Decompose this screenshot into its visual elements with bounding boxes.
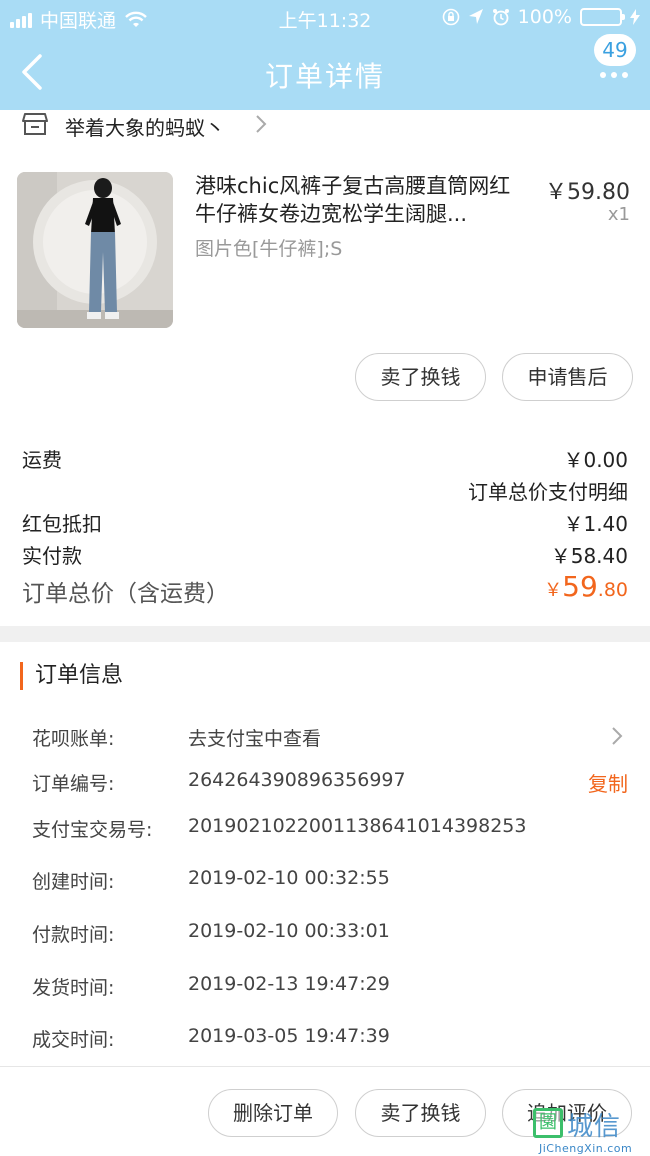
total-decimal: .80	[597, 579, 628, 601]
shipping-value: ￥0.00	[563, 448, 628, 472]
paid-label: 实付款	[22, 544, 82, 568]
chevron-right-icon	[256, 115, 267, 133]
watermark: 園 城信 JiChengXin.com	[533, 1104, 650, 1156]
product-quantity: x1	[607, 204, 630, 225]
total-currency: ￥	[544, 580, 563, 601]
paid-value: ￥58.40	[550, 544, 628, 568]
section-divider	[0, 626, 650, 642]
sell-item-bottom-button[interactable]: 卖了换钱	[355, 1089, 486, 1137]
huabei-link[interactable]: 去支付宝中查看	[188, 724, 321, 751]
bottom-bar-divider	[0, 1066, 650, 1067]
sell-item-button[interactable]: 卖了换钱	[355, 353, 486, 401]
charging-icon	[630, 9, 640, 25]
alipay-trade-value: 2019021022001138641014398253	[188, 815, 527, 837]
created-time-value: 2019-02-10 00:32:55	[188, 867, 390, 889]
product-photo	[17, 172, 173, 328]
shipped-time-label: 发货时间:	[32, 977, 115, 999]
completed-time-value: 2019-03-05 19:47:39	[188, 1025, 390, 1047]
more-dots-icon	[600, 72, 628, 78]
order-total-value: ￥59.80	[544, 570, 628, 603]
more-menu-button[interactable]: 49	[592, 34, 636, 90]
battery-percent: 100%	[517, 6, 572, 28]
message-count-badge: 49	[594, 34, 636, 66]
paid-time-value: 2019-02-10 00:33:01	[188, 920, 390, 942]
status-right: 100%	[442, 6, 640, 28]
product-sku: 图片色[牛仔裤];S	[195, 238, 343, 260]
alipay-trade-label: 支付宝交易号:	[32, 819, 153, 841]
watermark-url: JiChengXin.com	[539, 1142, 633, 1155]
huabei-label: 花呗账单:	[32, 728, 115, 750]
product-title[interactable]: 港味chic风裤子复古高腰直筒网红牛仔裤女卷边宽松学生阔腿...	[195, 172, 525, 228]
alarm-icon	[492, 9, 509, 26]
copy-button[interactable]: 复制	[588, 768, 628, 797]
created-time-label: 创建时间:	[32, 871, 115, 893]
shop-name: 举着大象的蚂蚁丶	[65, 116, 225, 140]
completed-time-label: 成交时间:	[32, 1029, 115, 1051]
chevron-right-icon[interactable]	[610, 726, 624, 746]
shipped-time-value: 2019-02-13 19:47:29	[188, 973, 390, 995]
redpacket-label: 红包抵扣	[22, 512, 102, 536]
shipping-label: 运费	[22, 448, 62, 472]
store-icon	[22, 113, 48, 135]
total-integer: 59	[562, 570, 598, 603]
redpacket-value: ￥1.40	[563, 512, 628, 536]
shop-row[interactable]: 举着大象的蚂蚁丶	[0, 110, 650, 140]
order-info-title: 订单信息	[20, 662, 123, 690]
order-total-label: 订单总价（含运费）	[22, 581, 229, 607]
payment-detail-link[interactable]: 订单总价支付明细	[468, 476, 628, 505]
paid-time-label: 付款时间:	[32, 924, 115, 946]
order-number-value: 264264390896356997	[188, 769, 406, 791]
watermark-logo: 園	[533, 1108, 563, 1138]
watermark-brand: 城信	[567, 1112, 622, 1142]
status-bar: 中国联通 上午11:32 100%	[0, 0, 650, 36]
product-price: ￥59.80	[545, 180, 630, 205]
orientation-lock-icon	[442, 8, 459, 26]
header: 中国联通 上午11:32 100% 订单详情 49	[0, 0, 650, 110]
delete-order-button[interactable]: 删除订单	[208, 1089, 338, 1137]
page-title: 订单详情	[264, 60, 385, 93]
location-icon	[468, 9, 483, 24]
after-sale-button[interactable]: 申请售后	[502, 353, 633, 401]
battery-icon	[580, 8, 625, 26]
order-number-label: 订单编号:	[32, 773, 115, 795]
product-image[interactable]	[17, 172, 173, 328]
